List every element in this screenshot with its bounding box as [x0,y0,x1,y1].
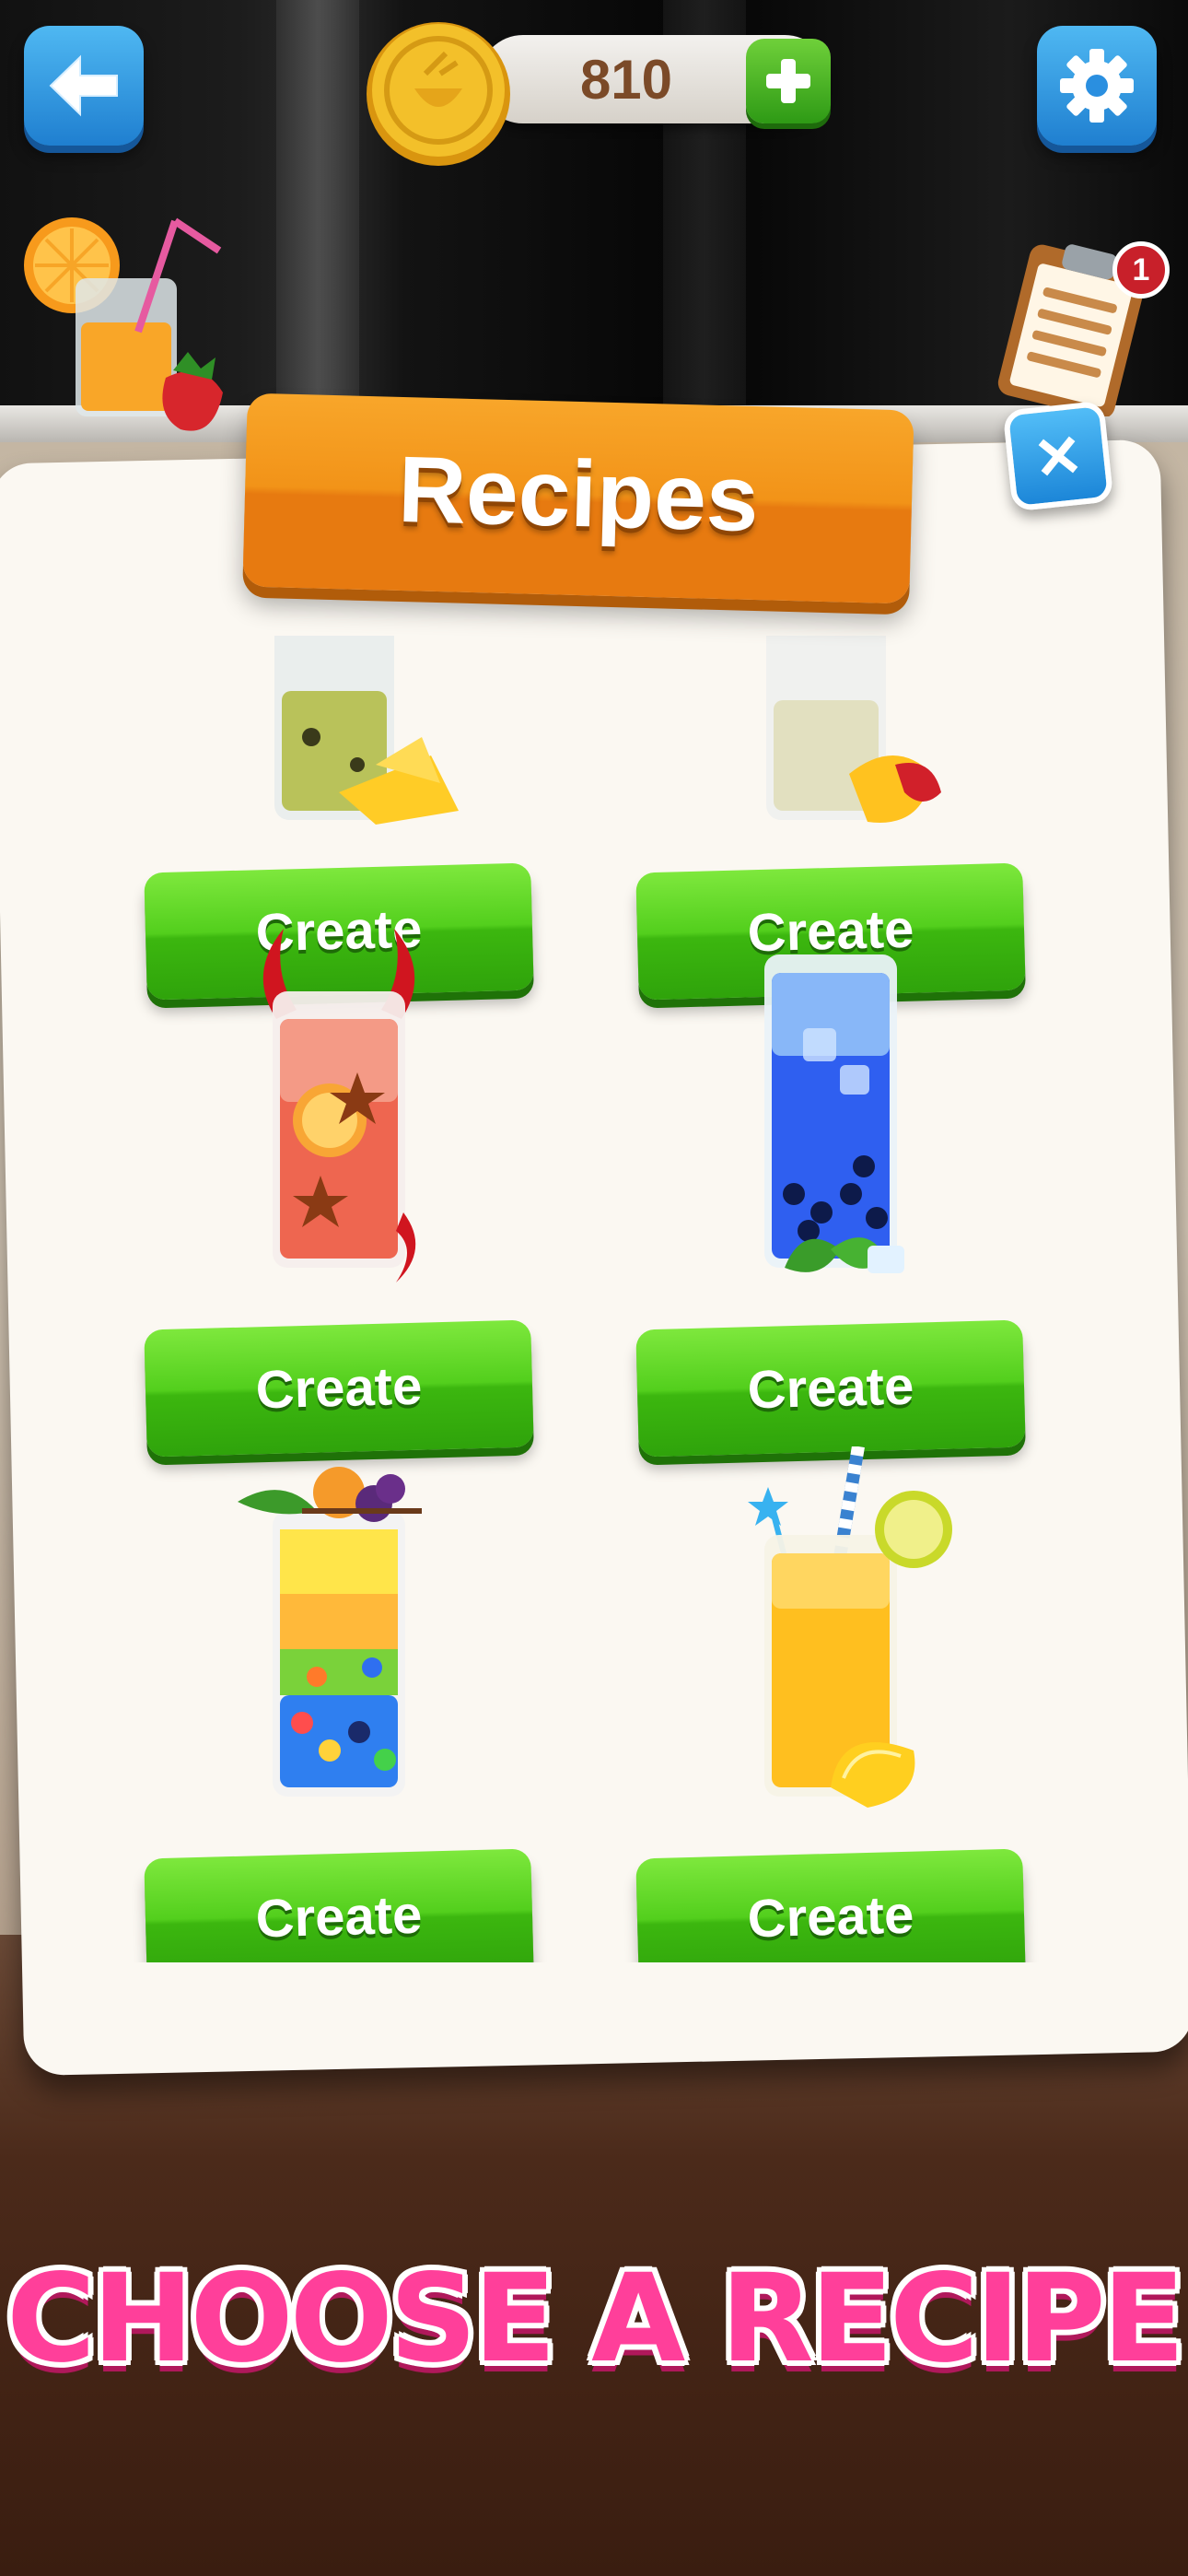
devil-spiced-orange-drink-image [262,929,416,1282]
recipe-card[interactable]: Create [635,918,1026,1458]
notification-badge: 1 [1112,241,1170,299]
recipes-title-banner: Recipes [242,392,914,604]
arrow-left-icon [49,54,118,117]
lemonade-drink-image [748,1446,952,1808]
rainbow-bubble-tea-drink-image [238,1467,422,1797]
orange-juice-icon [24,217,223,431]
create-button[interactable]: Create [635,1848,1026,1962]
close-button[interactable] [1002,400,1114,512]
recipes-list[interactable]: Create Create Create Create Create Creat… [61,636,1129,1962]
back-button[interactable] [24,26,144,146]
coin-icon [367,22,510,166]
plus-icon [766,59,810,103]
gear-icon [1060,49,1134,123]
promo-caption: CHOOSE A RECIPE [6,2248,1185,2390]
close-icon [1038,436,1078,476]
blue-bubble-tea-drink-image [764,954,904,1273]
settings-button[interactable] [1037,26,1157,146]
coin-count: 810 [579,49,673,111]
recipe-card[interactable]: Create [144,918,534,1458]
create-button[interactable]: Create [635,1319,1026,1458]
peach-apple-drink-image [766,636,941,823]
create-button[interactable]: Create [144,1848,534,1962]
recipe-card[interactable]: Create [144,1446,534,1962]
kiwi-pineapple-drink-image [274,636,459,825]
create-button[interactable]: Create [144,1319,534,1458]
recipe-card[interactable]: Create [635,1446,1026,1962]
panel-title: Recipes [397,436,761,552]
add-coins-button[interactable] [746,39,831,123]
